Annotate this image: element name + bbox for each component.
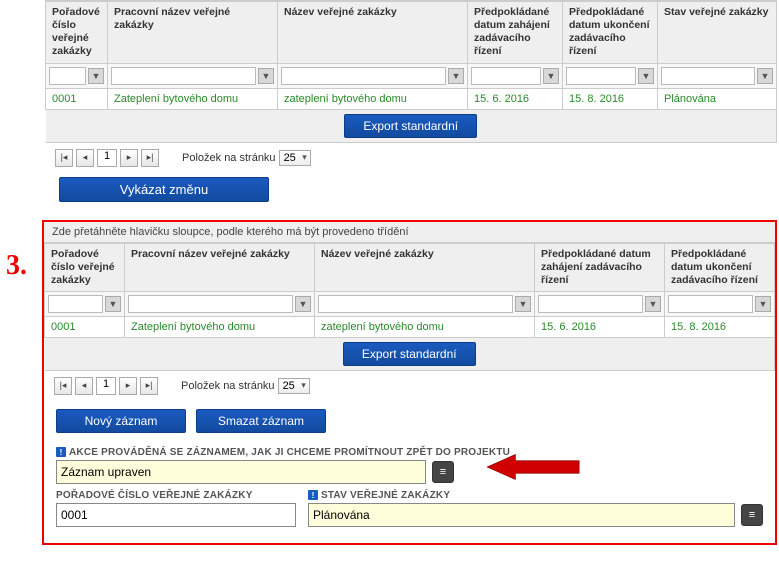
col-header[interactable]: Předpokládané datum ukončení zadávacího … [665,243,775,291]
cell-enddate: 15. 8. 2016 [563,88,658,109]
page-size-select[interactable]: 25 [278,378,310,394]
export-button[interactable]: Export standardní [344,114,477,138]
page-size-select[interactable]: 25 [279,150,311,166]
filter-row: ▼ ▼ ▼ ▼ ▼ ▼ [46,63,777,88]
vykazat-zmenu-button[interactable]: Vykázat změnu [59,177,269,202]
funnel-icon[interactable]: ▼ [755,296,771,312]
cell-order: 0001 [46,88,108,109]
group-drag-hint[interactable]: Zde přetáhněte hlavičku sloupce, podle k… [44,222,775,243]
funnel-icon[interactable]: ▼ [515,296,531,312]
cell-name: zateplení bytového domu [315,316,535,337]
funnel-icon[interactable]: ▼ [88,68,104,84]
stav-input[interactable] [308,503,735,527]
table-row[interactable]: 0001 Zateplení bytového domu zateplení b… [45,316,775,337]
cell-name: zateplení bytového domu [278,88,468,109]
new-record-button[interactable]: Nový záznam [56,409,186,433]
funnel-icon[interactable]: ▼ [448,68,464,84]
pager-next-icon[interactable]: ▸ [120,149,138,167]
filter-input[interactable] [49,67,86,85]
filter-input[interactable] [661,67,755,85]
pager-last-icon[interactable]: ▸| [140,377,158,395]
funnel-icon[interactable]: ▼ [543,68,559,84]
col-header[interactable]: Pracovní název veřejné zakázky [125,243,315,291]
filter-input[interactable] [281,67,446,85]
col-header[interactable]: Předpokládané datum zahájení zadávacího … [535,243,665,291]
pager-prev-icon[interactable]: ◂ [75,377,93,395]
lookup-icon[interactable]: ≡ [432,461,454,483]
required-icon: ! [56,447,66,457]
pager: |◂ ◂ 1 ▸ ▸| Položek na stránku 25 [45,143,777,173]
pager-page[interactable]: 1 [96,377,116,395]
filter-input[interactable] [668,295,753,313]
funnel-icon[interactable]: ▼ [295,296,311,312]
funnel-icon[interactable]: ▼ [638,68,654,84]
delete-record-button[interactable]: Smazat záznam [196,409,326,433]
export-button[interactable]: Export standardní [343,342,476,366]
pager-first-icon[interactable]: |◂ [54,377,72,395]
arrow-annotation-icon [484,453,584,481]
top-grid: Pořadové číslo veřejné zakázky Pracovní … [45,1,777,143]
filter-input[interactable] [111,67,256,85]
bottom-grid: Pořadové číslo veřejné zakázky Pracovní … [44,243,775,371]
pager-next-icon[interactable]: ▸ [119,377,137,395]
col-header[interactable]: Pořadové číslo veřejné zakázky [46,2,108,64]
pager-page[interactable]: 1 [97,149,117,167]
funnel-icon[interactable]: ▼ [105,296,121,312]
col-header[interactable]: Pracovní název veřejné zakázky [108,2,278,64]
cell-order: 0001 [45,316,125,337]
poradove-field-label: POŘADOVÉ ČÍSLO VEŘEJNÉ ZAKÁZKY [56,490,296,501]
pager-label: Položek na stránku [181,380,275,392]
cell-startdate: 15. 6. 2016 [535,316,665,337]
header-row: Pořadové číslo veřejné zakázky Pracovní … [45,243,775,291]
filter-input[interactable] [538,295,643,313]
lookup-icon[interactable]: ≡ [741,504,763,526]
col-header[interactable]: Předpokládané datum zahájení zadávacího … [468,2,563,64]
funnel-icon[interactable]: ▼ [258,68,274,84]
poradove-input[interactable] [56,503,296,527]
cell-workname: Zateplení bytového domu [125,316,315,337]
pager-first-icon[interactable]: |◂ [55,149,73,167]
header-row: Pořadové číslo veřejné zakázky Pracovní … [46,2,777,64]
funnel-icon[interactable]: ▼ [757,68,773,84]
cell-workname: Zateplení bytového domu [108,88,278,109]
col-header[interactable]: Název veřejné zakázky [315,243,535,291]
akce-field-label: ! AKCE PROVÁDĚNÁ SE ZÁZNAMEM, JAK JI CHC… [56,447,763,458]
filter-input[interactable] [318,295,513,313]
col-header[interactable]: Předpokládané datum ukončení zadávacího … [563,2,658,64]
pager-prev-icon[interactable]: ◂ [76,149,94,167]
cell-status: Plánována [658,88,777,109]
required-icon: ! [308,490,318,500]
akce-input[interactable] [56,460,426,484]
pager: |◂ ◂ 1 ▸ ▸| Položek na stránku 25 [44,371,775,401]
cell-startdate: 15. 6. 2016 [468,88,563,109]
cell-enddate: 15. 8. 2016 [665,316,775,337]
filter-row: ▼ ▼ ▼ ▼ ▼ [45,291,775,316]
col-header[interactable]: Stav veřejné zakázky [658,2,777,64]
filter-input[interactable] [48,295,103,313]
pager-label: Položek na stránku [182,152,276,164]
pager-last-icon[interactable]: ▸| [141,149,159,167]
filter-input[interactable] [471,67,541,85]
annotation-number: 3. [6,250,27,282]
table-row[interactable]: 0001 Zateplení bytového domu zateplení b… [46,88,777,109]
col-header[interactable]: Pořadové číslo veřejné zakázky [45,243,125,291]
stav-field-label: ! STAV VEŘEJNÉ ZAKÁZKY [308,490,763,501]
col-header[interactable]: Název veřejné zakázky [278,2,468,64]
filter-input[interactable] [128,295,293,313]
funnel-icon[interactable]: ▼ [645,296,661,312]
filter-input[interactable] [566,67,636,85]
